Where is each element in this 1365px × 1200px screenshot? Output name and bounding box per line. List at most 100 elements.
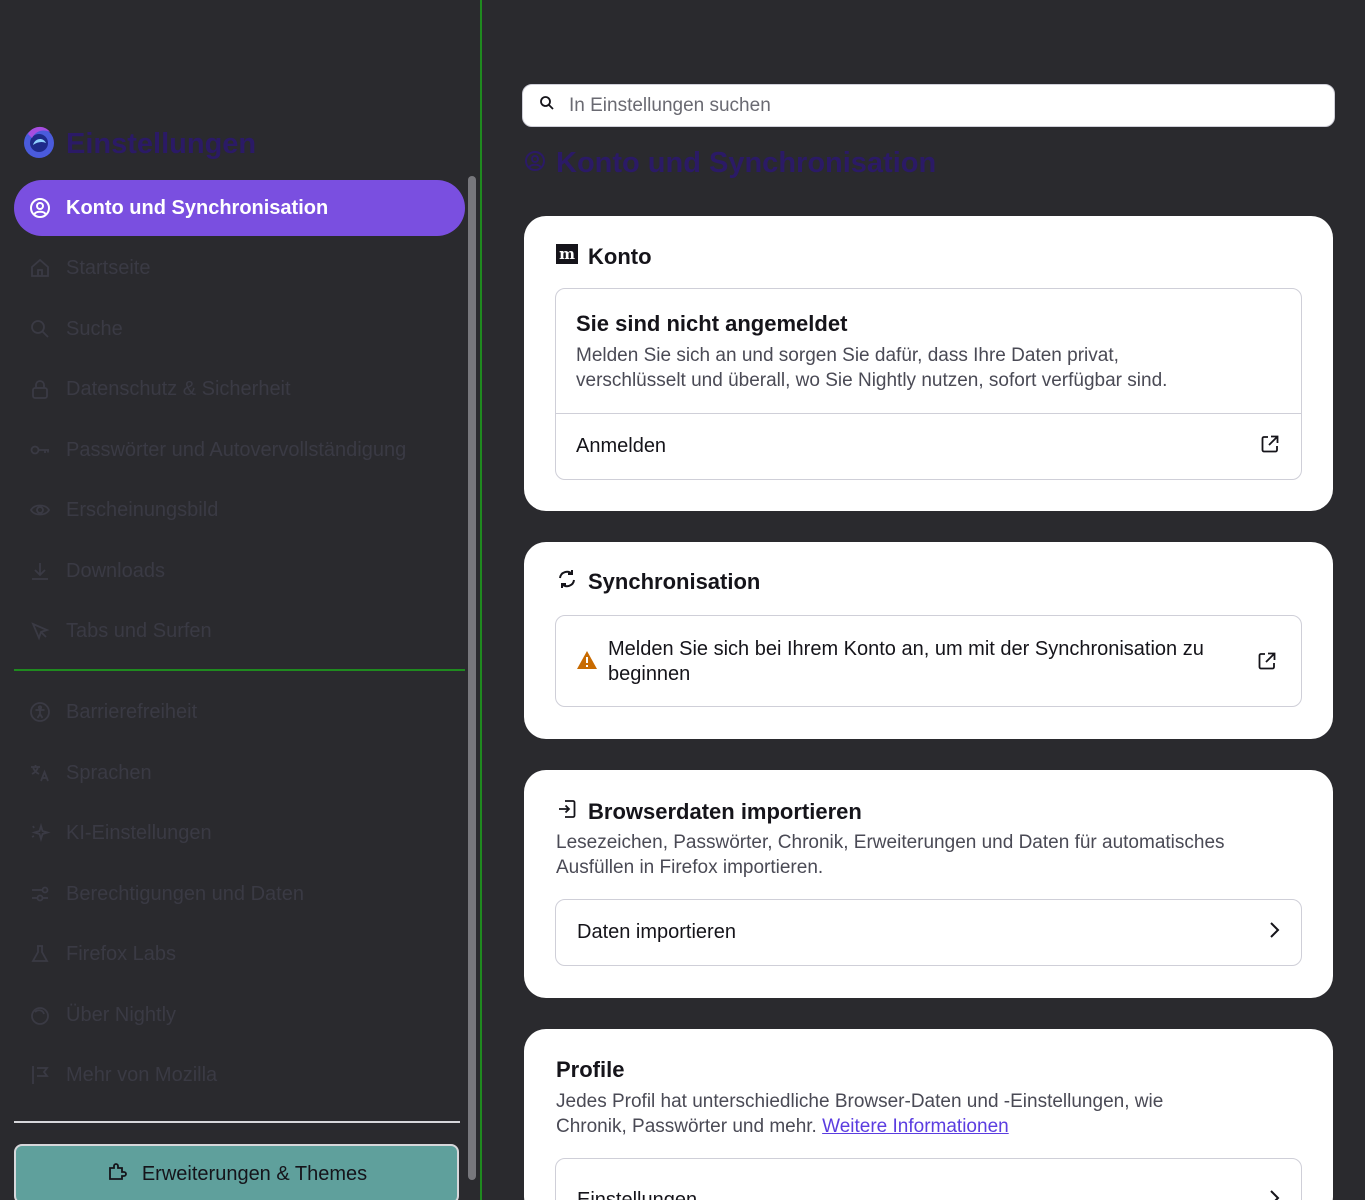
sidebar-item-label: Erscheinungsbild: [66, 498, 219, 521]
account-status-desc-1: Melden Sie sich an und sorgen Sie dafür,…: [576, 345, 1119, 366]
sliders-icon: [28, 882, 52, 906]
flask-icon: [28, 942, 52, 966]
sidebar-separator: [14, 669, 465, 671]
mozilla-m-icon: m: [556, 244, 578, 270]
account-circle-icon: [524, 150, 546, 177]
sidebar-item-label: KI-Einstellungen: [66, 821, 212, 844]
import-icon: [556, 798, 578, 826]
sidebar-footer-separator: [14, 1121, 460, 1123]
download-icon: [28, 559, 52, 583]
profiles-card: Profile Jedes Profil hat unterschiedlich…: [524, 1029, 1333, 1200]
sync-warning-text-2: beginnen: [608, 663, 691, 685]
sidebar-item-ai[interactable]: KI-Einstellungen: [14, 805, 465, 861]
sidebar-item-downloads[interactable]: Downloads: [14, 543, 465, 599]
extensions-themes-button[interactable]: Erweiterungen & Themes: [14, 1144, 459, 1200]
eye-icon: [28, 498, 52, 522]
sidebar-item-label: Tabs und Surfen: [66, 619, 212, 642]
sidebar-item-labs[interactable]: Firefox Labs: [14, 926, 465, 982]
profiles-desc-2-text: Chronik, Passwörter und mehr.: [556, 1116, 817, 1137]
sparkle-icon: [28, 821, 52, 845]
sidebar-item-label: Konto und Synchronisation: [66, 196, 329, 219]
sync-heading-text: Synchronisation: [588, 569, 761, 594]
sidebar-border: [480, 0, 482, 1200]
search-input[interactable]: [569, 94, 1289, 117]
account-status-title: Sie sind nicht angemeldet: [576, 311, 848, 336]
sidebar-item-label: Firefox Labs: [66, 942, 177, 965]
sync-icon: [556, 568, 578, 596]
sidebar-item-more-mozilla[interactable]: Mehr von Mozilla: [14, 1047, 465, 1103]
account-status-box: Sie sind nicht angemeldet Melden Sie sic…: [555, 288, 1302, 480]
sidebar-item-label: Mehr von Mozilla: [66, 1063, 218, 1086]
sign-in-label: Anmelden: [576, 435, 667, 457]
import-heading: Browserdaten importieren: [556, 798, 862, 826]
profiles-heading-text: Profile: [556, 1057, 625, 1082]
sidebar-item-home[interactable]: Startseite: [14, 240, 465, 296]
sidebar-item-appearance[interactable]: Erscheinungsbild: [14, 482, 465, 538]
account-status-desc-2: verschlüsselt und überall, wo Sie Nightl…: [576, 370, 1168, 391]
account-heading-text: Konto: [588, 244, 652, 269]
page-title-text: Konto und Synchronisation: [556, 147, 937, 179]
sidebar-item-label: Passwörter und Autovervollständigung: [66, 438, 407, 461]
brand: Einstellungen: [22, 124, 256, 165]
import-desc-2: Ausfüllen in Firefox importieren.: [556, 857, 824, 878]
settings-search[interactable]: [522, 84, 1335, 127]
external-link-icon: [1256, 650, 1278, 677]
search-icon: [539, 95, 555, 116]
mozilla-flag-icon: [28, 1063, 52, 1087]
profiles-settings-label: Einstellungen: [577, 1189, 698, 1200]
search-icon: [28, 317, 52, 341]
sidebar-item-privacy[interactable]: Datenschutz & Sicherheit: [14, 361, 465, 417]
svg-text:m: m: [559, 245, 575, 263]
sidebar-item-permissions[interactable]: Berechtigungen und Daten: [14, 866, 465, 922]
chevron-right-icon: [1267, 920, 1281, 945]
key-icon: [28, 438, 52, 462]
account-circle-icon: [28, 196, 52, 220]
lock-icon: [28, 377, 52, 401]
import-card: Browserdaten importieren Lesezeichen, Pa…: [524, 770, 1333, 998]
import-data-button[interactable]: Daten importieren: [555, 899, 1302, 966]
external-link-icon: [1259, 433, 1281, 460]
import-data-label: Daten importieren: [577, 921, 736, 943]
sidebar-item-about[interactable]: Über Nightly: [14, 987, 465, 1043]
sidebar-item-label: Sprachen: [66, 761, 152, 784]
sync-warning-box[interactable]: Melden Sie sich bei Ihrem Konto an, um m…: [555, 615, 1302, 707]
puzzle-icon: [106, 1160, 128, 1188]
profiles-desc-2: Chronik, Passwörter und mehr. Weitere In…: [556, 1114, 1009, 1139]
cursor-icon: [28, 619, 52, 643]
accessibility-icon: [28, 700, 52, 724]
import-desc-1: Lesezeichen, Passwörter, Chronik, Erweit…: [556, 832, 1225, 853]
sidebar-item-label: Über Nightly: [66, 1003, 177, 1026]
nightly-logo-icon: [22, 124, 56, 165]
sidebar-item-label: Datenschutz & Sicherheit: [66, 377, 291, 400]
chevron-right-icon: [1267, 1188, 1281, 1200]
sidebar-scrollbar[interactable]: [468, 176, 476, 1180]
profiles-settings-button[interactable]: Einstellungen: [555, 1158, 1302, 1200]
account-heading: m Konto: [556, 244, 652, 270]
sync-heading: Synchronisation: [556, 568, 760, 596]
page-title: Konto und Synchronisation: [524, 147, 936, 180]
profiles-heading: Profile: [556, 1057, 624, 1083]
sidebar-item-label: Barrierefreiheit: [66, 700, 198, 723]
sidebar-item-search[interactable]: Suche: [14, 301, 465, 357]
sidebar-item-account-sync[interactable]: Konto und Synchronisation: [14, 180, 465, 236]
translate-icon: [28, 761, 52, 785]
nightly-mono-icon: [28, 1003, 52, 1027]
sidebar-item-tabs[interactable]: Tabs und Surfen: [14, 603, 465, 659]
learn-more-link[interactable]: Weitere Informationen: [822, 1116, 1009, 1137]
sign-in-row[interactable]: Anmelden: [556, 414, 1301, 479]
sidebar-item-label: Berechtigungen und Daten: [66, 882, 304, 905]
sidebar-item-languages[interactable]: Sprachen: [14, 745, 465, 801]
profiles-desc-1: Jedes Profil hat unterschiedliche Browse…: [556, 1091, 1164, 1112]
sync-card: Synchronisation Melden Sie sich bei Ihre…: [524, 542, 1333, 739]
sidebar-item-accessibility[interactable]: Barrierefreiheit: [14, 684, 465, 740]
sidebar-item-passwords[interactable]: Passwörter und Autovervollständigung: [14, 422, 465, 478]
import-heading-text: Browserdaten importieren: [588, 799, 862, 824]
sidebar-title: Einstellungen: [66, 128, 257, 160]
sync-warning-text-1: Melden Sie sich bei Ihrem Konto an, um m…: [608, 638, 1204, 660]
extensions-themes-label: Erweiterungen & Themes: [141, 1162, 368, 1185]
sidebar: Einstellungen Konto und Synchronisation …: [0, 0, 480, 1200]
home-icon: [28, 256, 52, 280]
sidebar-item-label: Startseite: [66, 256, 151, 279]
warning-icon: [576, 650, 598, 675]
account-card: m Konto Sie sind nicht angemeldet Melden…: [524, 216, 1333, 511]
